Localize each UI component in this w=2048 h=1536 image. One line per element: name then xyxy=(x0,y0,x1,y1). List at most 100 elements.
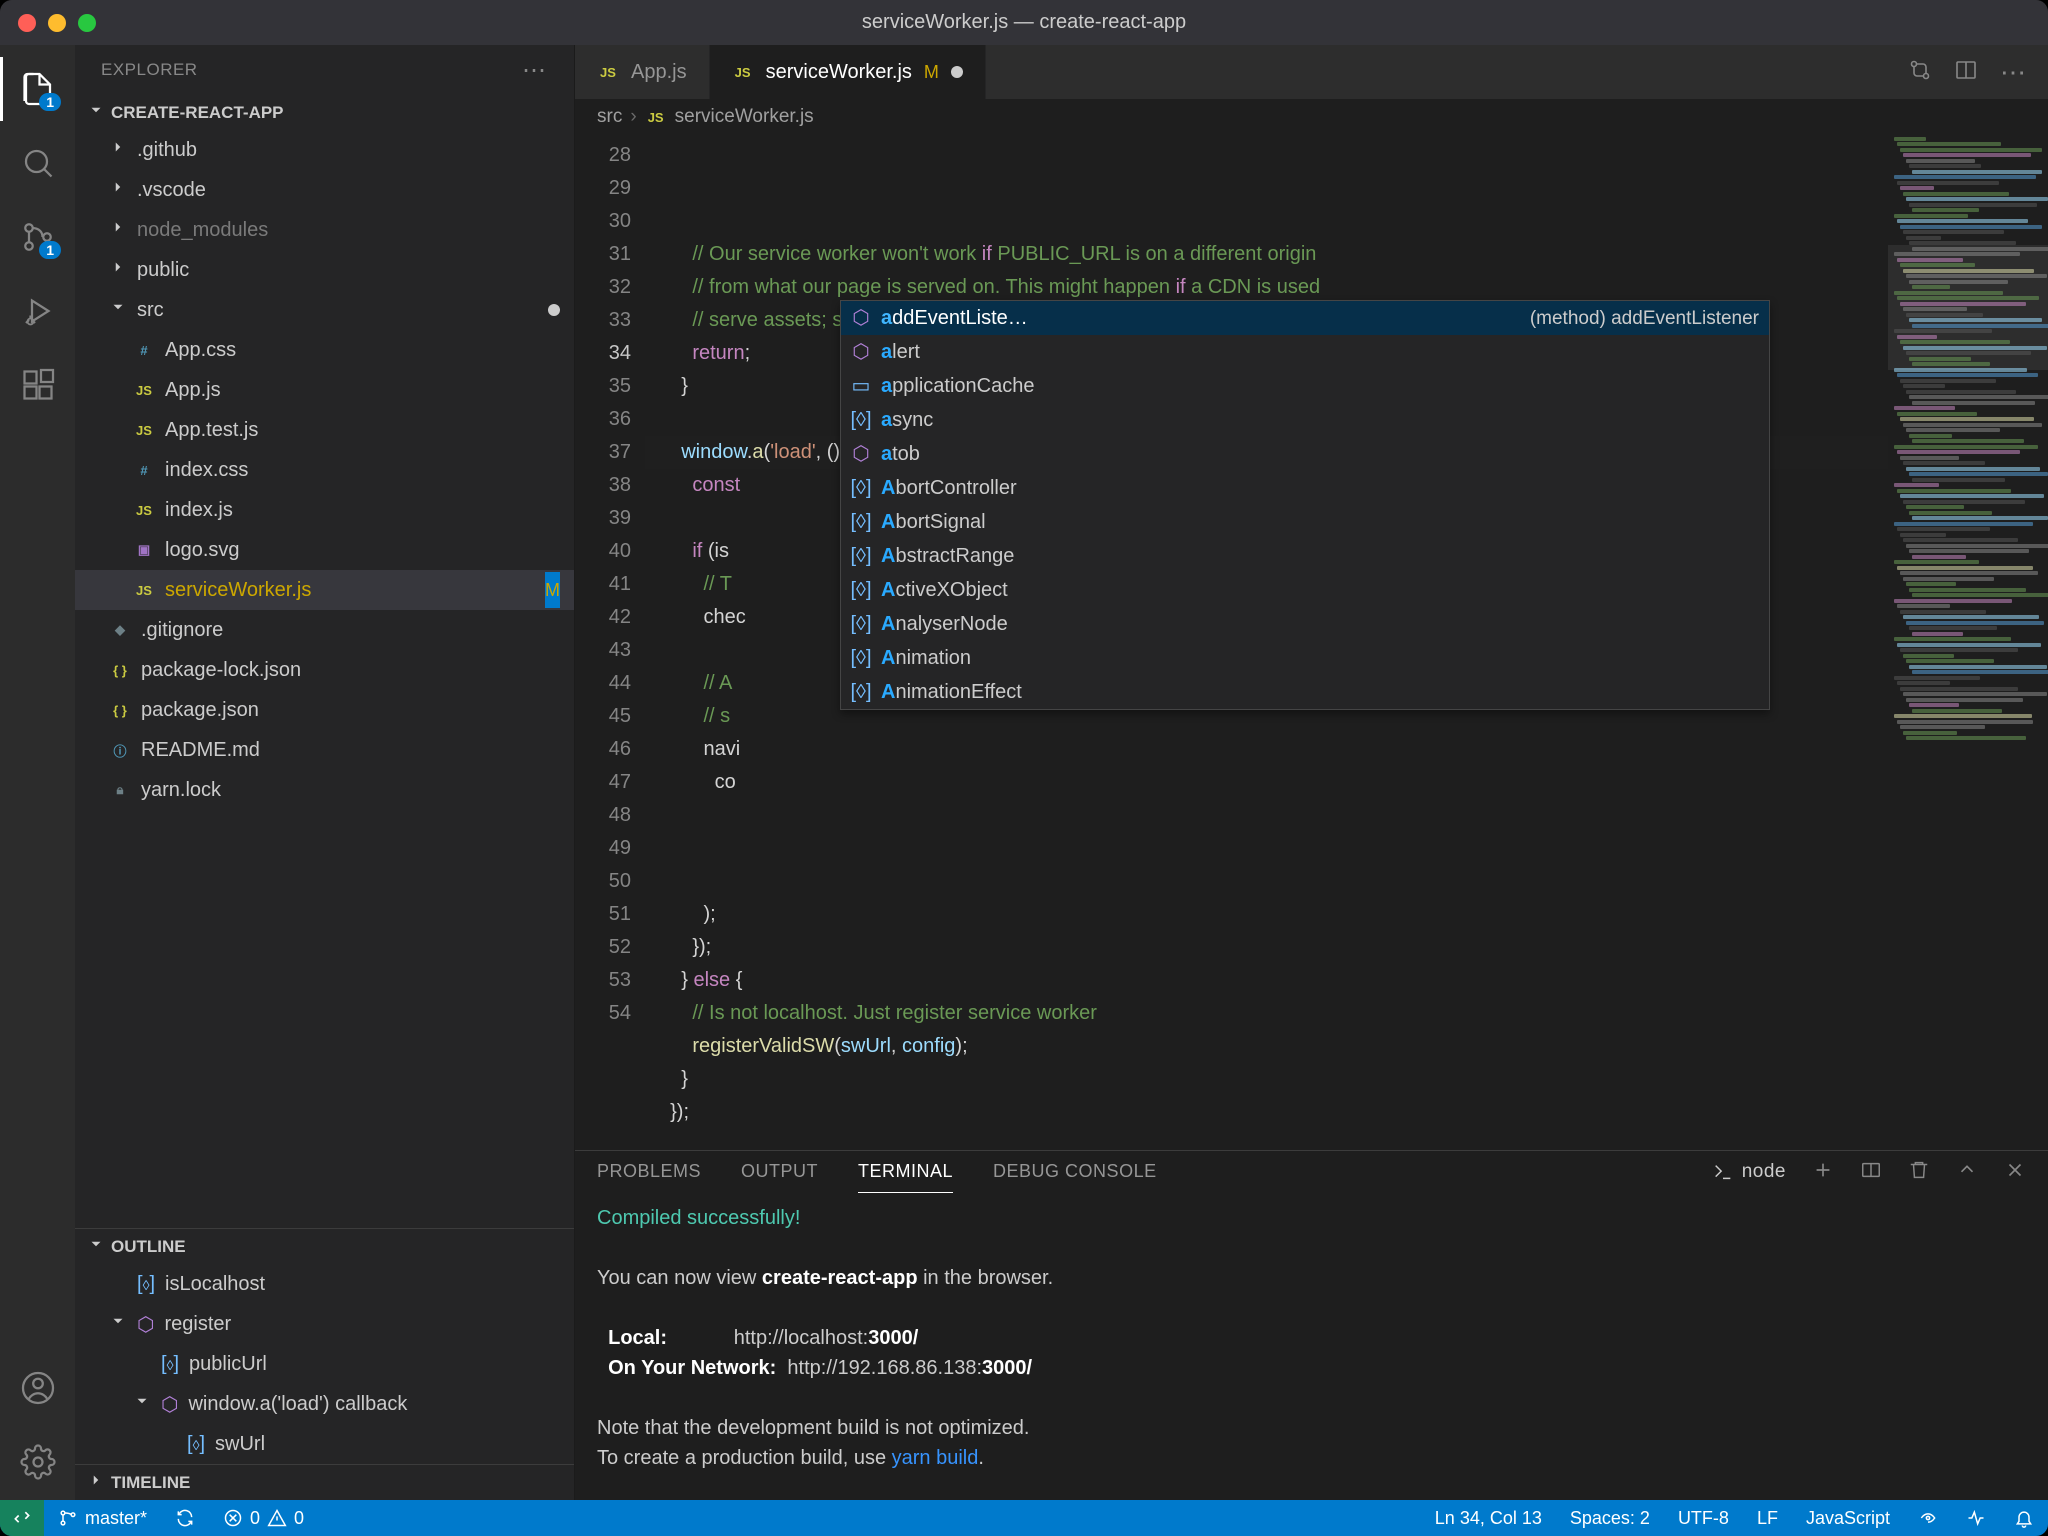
outline-item[interactable]: ⬡register xyxy=(75,1304,574,1344)
outline-item[interactable]: ⬡window.a('load') callback xyxy=(75,1384,574,1424)
sync-button[interactable] xyxy=(161,1500,209,1536)
autocomplete-item[interactable]: [◊]async xyxy=(841,403,1769,437)
terminal-output[interactable]: Compiled successfully! You can now view … xyxy=(575,1193,2048,1536)
file-item[interactable]: ⓘREADME.md xyxy=(75,730,574,770)
autocomplete-item[interactable]: ⬡atob xyxy=(841,437,1769,471)
timeline-section[interactable]: TIMELINE xyxy=(75,1464,574,1500)
git-branch[interactable]: master* xyxy=(44,1500,161,1536)
file-item[interactable]: JSserviceWorker.jsM xyxy=(75,570,574,610)
window-title: serviceWorker.js — create-react-app xyxy=(862,11,1186,34)
folder-item[interactable]: .vscode xyxy=(75,170,574,210)
code-editor[interactable]: // Our service worker won't work if PUBL… xyxy=(645,135,1888,1150)
activity-bar: 1 1 xyxy=(0,45,75,1500)
explorer-header: EXPLORER ⋯ xyxy=(75,45,574,95)
more-actions-icon[interactable]: ⋯ xyxy=(2000,57,2026,88)
minimap[interactable] xyxy=(1888,135,2048,1150)
new-terminal-icon[interactable] xyxy=(1812,1159,1834,1186)
compare-changes-icon[interactable] xyxy=(1908,58,1932,87)
file-item[interactable]: #App.css xyxy=(75,330,574,370)
kill-terminal-icon[interactable] xyxy=(1908,1159,1930,1186)
file-item[interactable]: #index.css xyxy=(75,450,574,490)
breadcrumb-file[interactable]: serviceWorker.js xyxy=(675,106,814,128)
outline-tree[interactable]: [◊]isLocalhost⬡register[◊]publicUrl⬡wind… xyxy=(75,1264,574,1464)
autocomplete-popup[interactable]: ⬡addEventListe…(method) addEventListener… xyxy=(840,300,1770,710)
language-mode[interactable]: JavaScript xyxy=(1792,1500,1904,1536)
notifications-icon[interactable] xyxy=(2000,1500,2048,1536)
activity-extensions[interactable] xyxy=(0,353,75,417)
editor-tabs: JSApp.jsJSserviceWorker.jsM ⋯ xyxy=(575,45,2048,99)
editor-tab[interactable]: JSApp.js xyxy=(575,45,710,99)
panel-tabs: PROBLEMS OUTPUT TERMINAL DEBUG CONSOLE node xyxy=(575,1151,2048,1193)
activity-account[interactable] xyxy=(0,1356,75,1420)
minimize-window-button[interactable] xyxy=(48,14,66,32)
panel-tab[interactable]: DEBUG CONSOLE xyxy=(993,1151,1157,1193)
file-item[interactable]: JSApp.test.js xyxy=(75,410,574,450)
zoom-window-button[interactable] xyxy=(78,14,96,32)
remote-button[interactable] xyxy=(0,1500,44,1536)
terminal-shell-select[interactable]: node xyxy=(1712,1161,1786,1183)
folder-item[interactable]: public xyxy=(75,250,574,290)
autocomplete-item[interactable]: [◊]AnimationEffect xyxy=(841,675,1769,709)
panel-tab[interactable]: OUTPUT xyxy=(741,1151,818,1193)
autocomplete-item[interactable]: [◊]AbstractRange xyxy=(841,539,1769,573)
outline-item[interactable]: [◊]isLocalhost xyxy=(75,1264,574,1304)
activity-scm[interactable]: 1 xyxy=(0,205,75,269)
outline-section[interactable]: OUTLINE xyxy=(75,1229,574,1264)
explorer-root[interactable]: CREATE-REACT-APP xyxy=(75,95,574,130)
autocomplete-item[interactable]: [◊]AbortController xyxy=(841,471,1769,505)
outline-item[interactable]: [◊]swUrl xyxy=(75,1424,574,1464)
explorer-more-button[interactable]: ⋯ xyxy=(522,56,548,85)
activity-explorer[interactable]: 1 xyxy=(0,57,75,121)
autocomplete-item[interactable]: [◊]AbortSignal xyxy=(841,505,1769,539)
panel-tab[interactable]: PROBLEMS xyxy=(597,1151,701,1193)
file-tree[interactable]: .github.vscodenode_modulespublicsrc#App.… xyxy=(75,130,574,1228)
close-window-button[interactable] xyxy=(18,14,36,32)
file-item[interactable]: JSApp.js xyxy=(75,370,574,410)
branch-name: master* xyxy=(85,1508,147,1529)
autocomplete-item[interactable]: ⬡addEventListe…(method) addEventListener xyxy=(841,301,1769,335)
scm-badge: 1 xyxy=(39,241,61,259)
line-gutter[interactable]: 2829303132333435363738394041424344454647… xyxy=(575,135,645,1150)
explorer-label: EXPLORER xyxy=(101,60,198,80)
cursor-position[interactable]: Ln 34, Col 13 xyxy=(1421,1500,1556,1536)
file-item[interactable]: 🔒︎yarn.lock xyxy=(75,770,574,810)
live-share-icon[interactable] xyxy=(1952,1500,2000,1536)
activity-settings[interactable] xyxy=(0,1430,75,1494)
breadcrumb[interactable]: src › JS serviceWorker.js xyxy=(575,99,2048,135)
folder-item[interactable]: .github xyxy=(75,130,574,170)
close-panel-icon[interactable] xyxy=(2004,1159,2026,1186)
autocomplete-item[interactable]: [◊]Animation xyxy=(841,641,1769,675)
editor-tab[interactable]: JSserviceWorker.jsM xyxy=(710,45,986,99)
root-folder-name: CREATE-REACT-APP xyxy=(111,103,284,123)
file-item[interactable]: { }package.json xyxy=(75,690,574,730)
autocomplete-item[interactable]: ⬡alert xyxy=(841,335,1769,369)
file-item[interactable]: ◆.gitignore xyxy=(75,610,574,650)
activity-search[interactable] xyxy=(0,131,75,195)
eol-status[interactable]: LF xyxy=(1743,1500,1792,1536)
breadcrumb-folder[interactable]: src xyxy=(597,106,622,128)
encoding-status[interactable]: UTF-8 xyxy=(1664,1500,1743,1536)
autocomplete-item[interactable]: [◊]AnalyserNode xyxy=(841,607,1769,641)
js-icon: JS xyxy=(645,106,667,128)
indentation-status[interactable]: Spaces: 2 xyxy=(1556,1500,1664,1536)
panel-tab[interactable]: TERMINAL xyxy=(858,1151,953,1193)
autocomplete-item[interactable]: [◊]ActiveXObject xyxy=(841,573,1769,607)
split-editor-icon[interactable] xyxy=(1954,58,1978,87)
warning-count: 0 xyxy=(294,1508,304,1529)
chevron-down-icon xyxy=(87,1235,105,1258)
file-item[interactable]: { }package-lock.json xyxy=(75,650,574,690)
split-terminal-icon[interactable] xyxy=(1860,1159,1882,1186)
file-item[interactable]: JSindex.js xyxy=(75,490,574,530)
chevron-down-icon xyxy=(87,101,105,124)
outline-item[interactable]: [◊]publicUrl xyxy=(75,1344,574,1384)
file-item[interactable]: ▣logo.svg xyxy=(75,530,574,570)
problems-status[interactable]: 0 0 xyxy=(209,1500,318,1536)
folder-item[interactable]: node_modules xyxy=(75,210,574,250)
activity-debug[interactable] xyxy=(0,279,75,343)
autocomplete-item[interactable]: ▭applicationCache xyxy=(841,369,1769,403)
folder-item[interactable]: src xyxy=(75,290,574,330)
feedback-icon[interactable] xyxy=(1904,1500,1952,1536)
error-count: 0 xyxy=(250,1508,260,1529)
title-bar: serviceWorker.js — create-react-app xyxy=(0,0,2048,45)
maximize-panel-icon[interactable] xyxy=(1956,1159,1978,1186)
